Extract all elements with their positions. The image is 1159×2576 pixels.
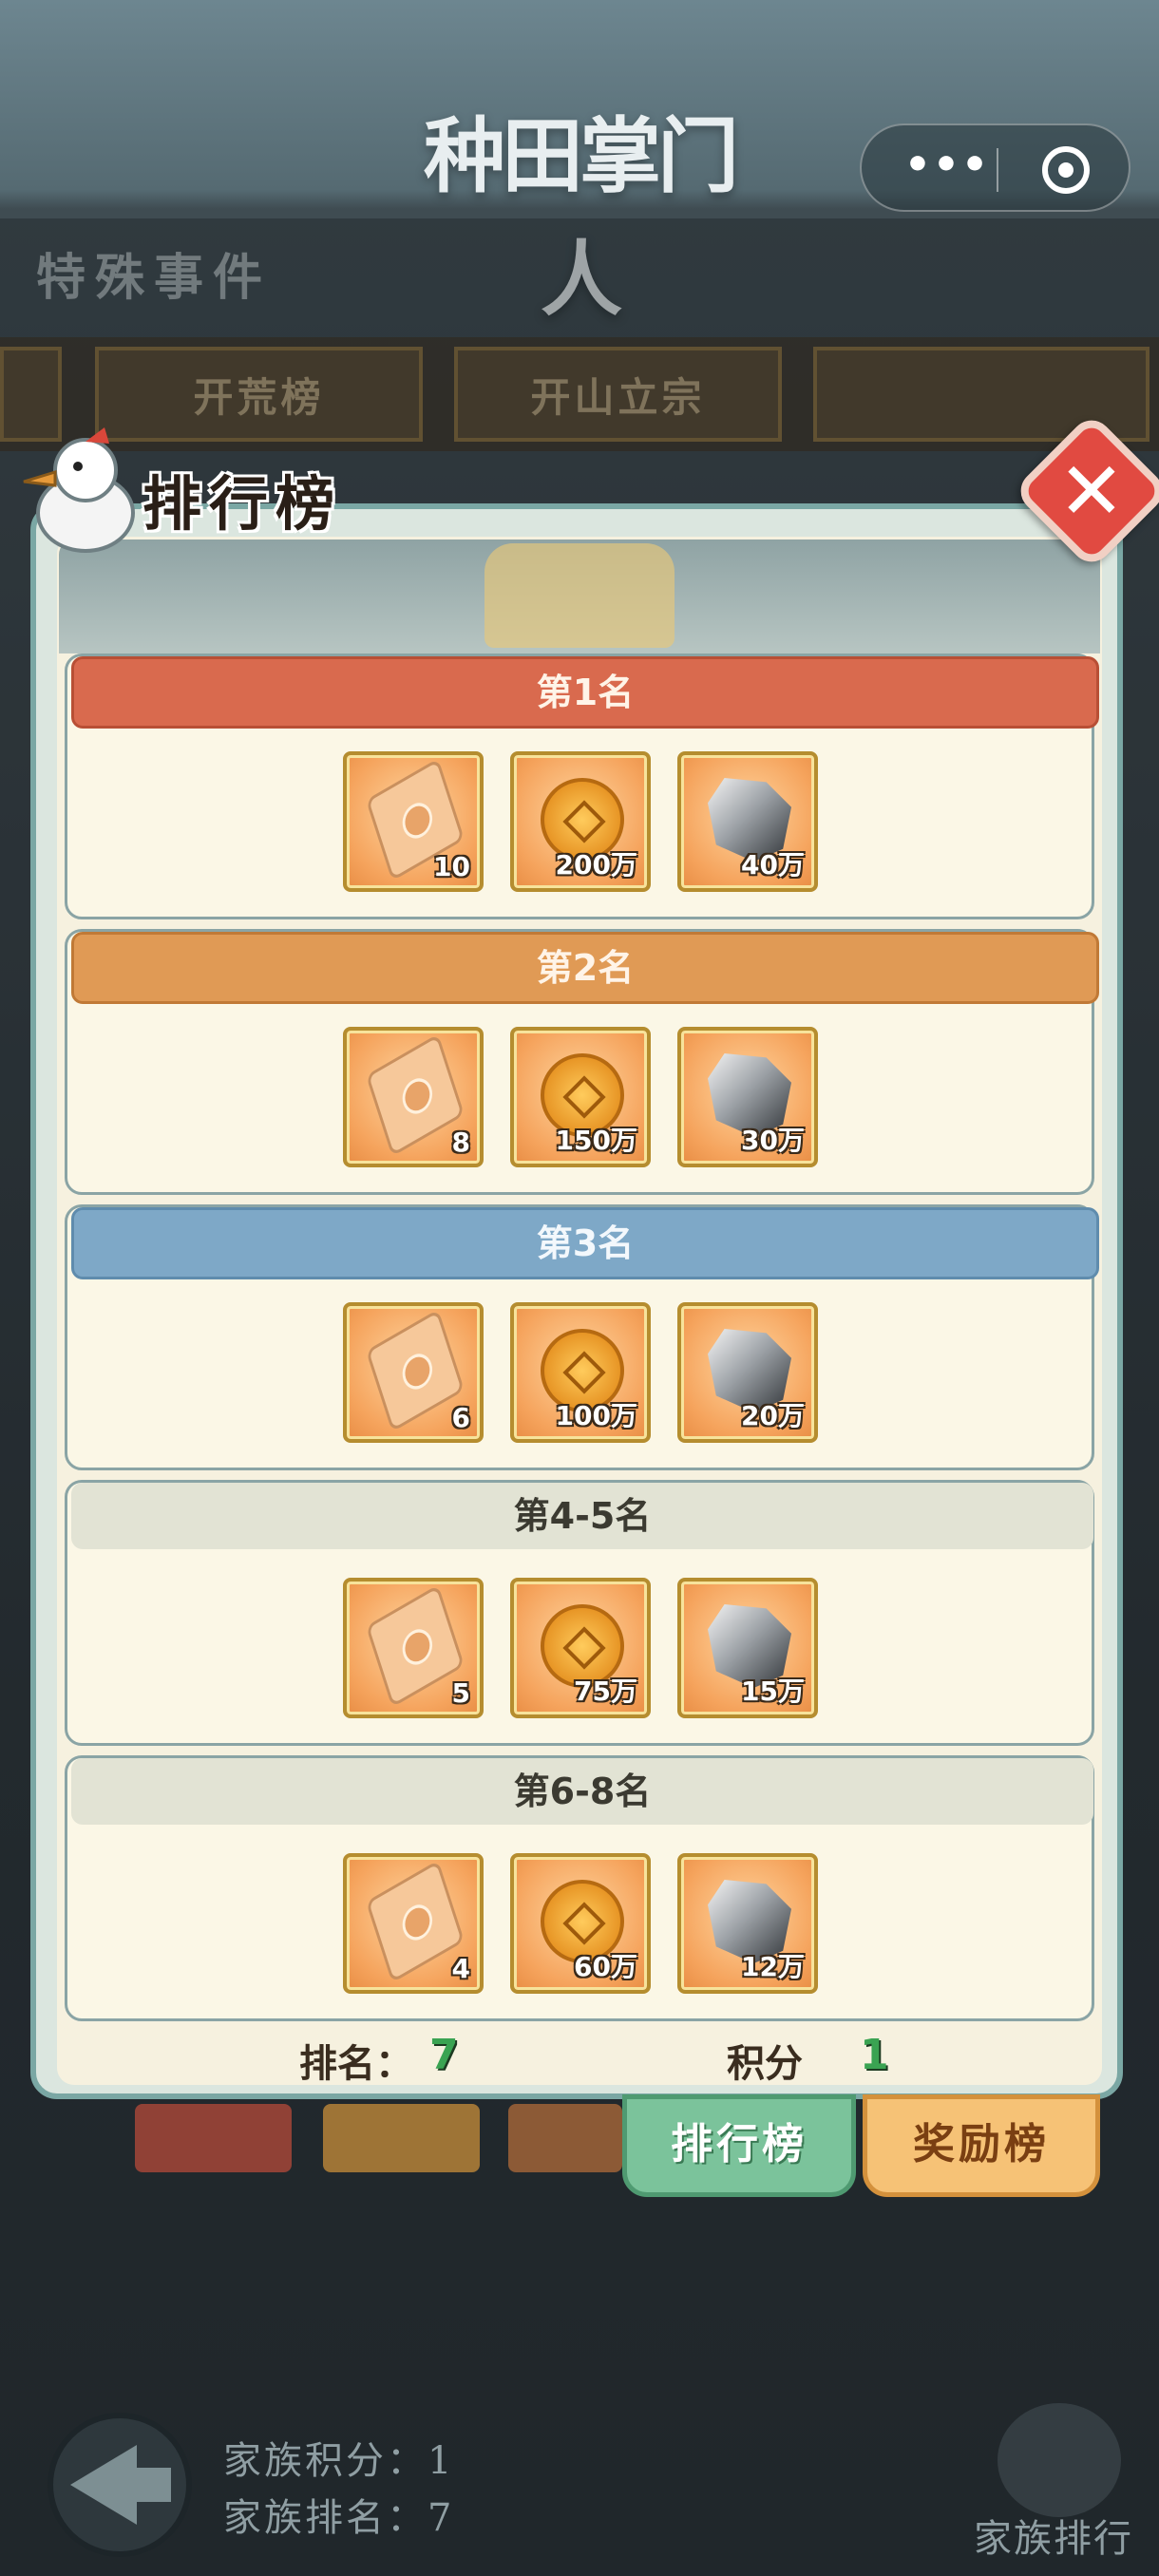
miniprogram-capsule: ••• xyxy=(860,123,1130,212)
reward-quantity: 8 xyxy=(451,1127,470,1158)
reward-quantity: 15万 xyxy=(741,1676,805,1707)
rank-label: 第2名 xyxy=(536,947,635,989)
reward-item[interactable]: 100万 xyxy=(510,1302,651,1443)
close-icon: ✕ xyxy=(1057,445,1126,538)
back-button[interactable] xyxy=(48,2413,192,2557)
bg-item-1 xyxy=(135,2104,292,2172)
reward-quantity: 150万 xyxy=(555,1125,637,1156)
bg-item-3 xyxy=(508,2104,622,2172)
reward-item[interactable]: 8 xyxy=(343,1027,484,1167)
rank-card: 第6-8名 4 60万 12万 xyxy=(65,1755,1094,2021)
back-arrow-tail xyxy=(129,2468,171,2502)
tab-leaderboard[interactable]: 排行榜 xyxy=(622,2094,856,2197)
reward-quantity: 6 xyxy=(451,1402,470,1433)
reward-item[interactable]: 15万 xyxy=(677,1578,818,1718)
crane-mascot-icon xyxy=(23,427,135,553)
rank-header: 第2名 xyxy=(71,932,1099,1004)
token-icon xyxy=(365,1033,466,1157)
rank-card: 第4-5名 5 75万 15万 xyxy=(65,1480,1094,1746)
bg-item-2 xyxy=(323,2104,480,2172)
reward-item[interactable]: 6 xyxy=(343,1302,484,1443)
reward-quantity: 75万 xyxy=(574,1676,637,1707)
reward-quantity: 10 xyxy=(433,851,470,882)
reward-item[interactable]: 5 xyxy=(343,1578,484,1718)
reward-item[interactable]: 4 xyxy=(343,1853,484,1994)
rank-label: 第6-8名 xyxy=(513,1771,652,1812)
reward-quantity: 200万 xyxy=(555,849,637,881)
more-button[interactable]: ••• xyxy=(900,144,995,192)
reward-quantity: 5 xyxy=(451,1677,470,1709)
score-value: 1 xyxy=(860,2031,889,2079)
reward-item[interactable]: 200万 xyxy=(510,751,651,892)
score-label: 积分 xyxy=(727,2041,803,2086)
rank-label: 排名： xyxy=(299,2041,413,2086)
rank-label: 第3名 xyxy=(536,1222,635,1264)
modal-title: 排行榜 xyxy=(142,469,343,539)
emblem-icon xyxy=(484,543,674,648)
reward-quantity: 100万 xyxy=(555,1400,637,1431)
reward-quantity: 60万 xyxy=(574,1951,637,1982)
rank-card: 第1名 10 200万 40万 xyxy=(65,653,1099,919)
rank-header: 第3名 xyxy=(71,1207,1099,1279)
reward-item[interactable]: 75万 xyxy=(510,1578,651,1718)
rank-header: 第1名 xyxy=(71,656,1099,729)
rank-card: 第3名 6 100万 20万 xyxy=(65,1204,1099,1470)
token-icon xyxy=(365,1584,466,1708)
reward-quantity: 40万 xyxy=(741,849,805,881)
reward-item[interactable]: 60万 xyxy=(510,1853,651,1994)
rank-header: 第4-5名 xyxy=(71,1483,1093,1549)
modal-top-band xyxy=(59,540,1100,653)
family-rank-icon[interactable] xyxy=(998,2403,1121,2517)
reward-quantity: 20万 xyxy=(741,1400,805,1431)
reward-item[interactable]: 150万 xyxy=(510,1027,651,1167)
back-arrow-icon xyxy=(70,2445,137,2525)
token-icon xyxy=(365,1309,466,1432)
family-rank: 家族排名：7 xyxy=(223,2496,455,2540)
reward-item[interactable]: 12万 xyxy=(677,1853,818,1994)
token-icon xyxy=(365,1860,466,1983)
tab-reward[interactable]: 奖励榜 xyxy=(863,2094,1100,2197)
game-logo: 种田掌门人 xyxy=(424,108,739,328)
capsule-divider xyxy=(997,148,998,192)
rank-label: 第4-5名 xyxy=(513,1495,652,1537)
reward-quantity: 4 xyxy=(451,1953,470,1984)
reward-item[interactable]: 30万 xyxy=(677,1027,818,1167)
family-score: 家族积分：1 xyxy=(223,2439,455,2483)
rank-header: 第6-8名 xyxy=(71,1758,1093,1825)
rank-card: 第2名 8 150万 30万 xyxy=(65,929,1099,1195)
reward-quantity: 12万 xyxy=(741,1951,805,1982)
reward-item[interactable]: 40万 xyxy=(677,751,818,892)
reward-item[interactable]: 10 xyxy=(343,751,484,892)
reward-item[interactable]: 20万 xyxy=(677,1302,818,1443)
rank-value: 7 xyxy=(429,2031,459,2079)
family-rank-button[interactable]: 家族排行 xyxy=(974,2508,1133,2563)
close-target-icon[interactable] xyxy=(1042,146,1090,194)
reward-quantity: 30万 xyxy=(741,1125,805,1156)
rank-label: 第1名 xyxy=(536,672,635,713)
